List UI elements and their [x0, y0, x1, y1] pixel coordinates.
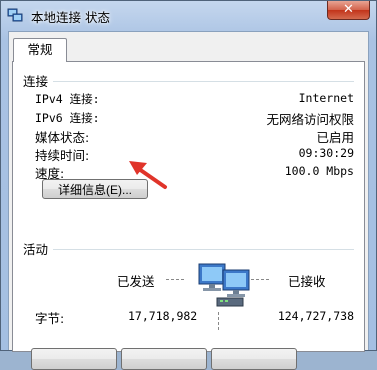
bytes-label: 字节:	[35, 311, 65, 326]
sent-dash-line	[166, 279, 184, 280]
sent-label: 已发送	[117, 274, 155, 289]
activity-section-title: 活动	[23, 242, 49, 257]
media-state-label: 媒体状态:	[35, 130, 90, 145]
network-connection-icon	[7, 8, 23, 22]
bytes-sent-value: 17,718,982	[128, 309, 198, 323]
disable-button[interactable]	[121, 348, 207, 370]
close-icon: ✕	[343, 2, 354, 17]
close-button[interactable]: ✕	[327, 1, 370, 20]
title-bar[interactable]: 本地连接 状态 ✕	[1, 1, 376, 31]
connection-divider	[53, 81, 354, 82]
connection-section-title: 连接	[23, 74, 49, 89]
ipv4-value: Internet	[298, 91, 354, 105]
activity-divider	[53, 249, 354, 250]
ipv4-label: IPv4 连接:	[35, 92, 100, 106]
ipv6-label: IPv6 连接:	[35, 111, 100, 125]
duration-value: 09:30:29	[298, 146, 354, 160]
speed-value: 100.0 Mbps	[284, 164, 354, 178]
properties-button[interactable]	[31, 348, 117, 370]
media-state-value: 已启用	[316, 130, 354, 145]
diagnose-button[interactable]	[211, 348, 297, 370]
ipv6-value: 无网络访问权限	[266, 112, 354, 127]
received-label: 已接收	[288, 274, 326, 289]
tab-general[interactable]: 常规	[13, 38, 67, 62]
bytes-received-value: 124,727,738	[277, 309, 354, 323]
red-arrow-annotation	[129, 161, 167, 189]
network-link-line	[218, 312, 219, 330]
network-computers-icon	[198, 263, 250, 307]
status-dialog: 本地连接 状态 ✕ 常规 连接 IPv4 连接: Internet IPv6 连…	[0, 0, 377, 370]
general-tab-panel: 连接 IPv4 连接: Internet IPv6 连接: 无网络访问权限 媒体…	[12, 61, 365, 352]
window-title: 本地连接 状态	[31, 10, 110, 25]
duration-label: 持续时间:	[35, 148, 90, 163]
dialog-client-area: 常规 连接 IPv4 连接: Internet IPv6 连接: 无网络访问权限…	[8, 31, 369, 370]
